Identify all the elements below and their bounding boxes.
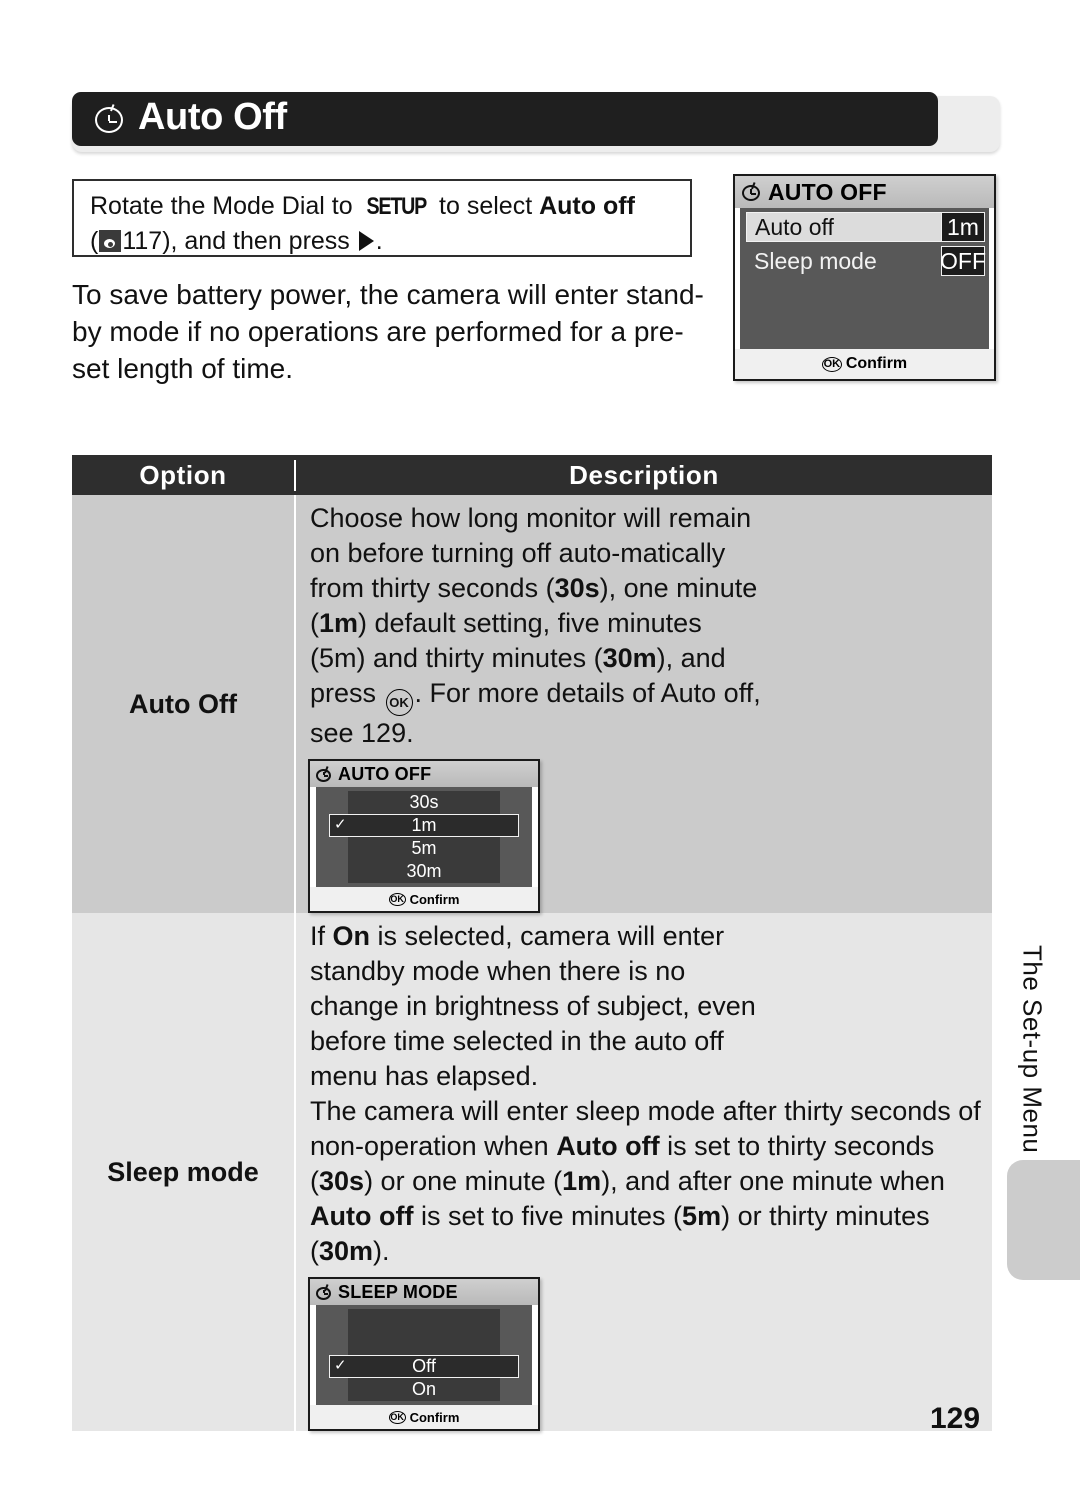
lcd-screenshot-auto-off-options: AUTO OFF 30s ✓ 1m 5m 30m OK Confirm	[308, 759, 540, 913]
instruction-bold-target: Auto off	[539, 192, 635, 220]
instruction-ref-page: 117	[122, 227, 163, 255]
lcd-option-list: 30s ✓ 1m 5m 30m	[316, 787, 532, 887]
table-header-row: Option Description	[72, 455, 992, 495]
lcd-option-item[interactable]: 30m	[348, 860, 500, 883]
clock-icon	[315, 765, 332, 783]
clock-icon	[94, 104, 124, 134]
table-cell-option-label: Sleep mode	[72, 913, 296, 1431]
lcd-option-list: ✓ Off On	[316, 1305, 532, 1405]
table-row: Sleep mode If On is selected, camera wil…	[72, 913, 992, 1431]
lcd-footer: OK Confirm	[310, 1405, 538, 1429]
description-text-upper: If On is selected, camera will enter sta…	[310, 921, 756, 1091]
lcd-screenshot-sleep-mode-options: SLEEP MODE ✓ Off On OK Confirm	[308, 1277, 540, 1431]
clock-icon	[741, 182, 761, 202]
lcd-footer: OK Confirm	[735, 349, 994, 379]
lcd-menu-row-auto-off: Auto off	[746, 212, 955, 242]
setup-dial-glyph: SETUP	[366, 193, 427, 220]
instruction-text: Rotate the Mode Dial to SETUP to select …	[90, 189, 676, 258]
lcd-value-auto-off: 1m	[941, 212, 985, 242]
side-tab-text: The Set-up Menu	[1017, 945, 1048, 1154]
instruction-part-3: (	[90, 227, 99, 255]
intro-paragraph: To save battery power, the camera will e…	[72, 279, 704, 384]
lcd-menu-label: Sleep mode	[754, 247, 877, 274]
instruction-callout-box: Rotate the Mode Dial to SETUP to select …	[72, 179, 692, 257]
lcd-menu-label: Auto off	[746, 212, 942, 242]
check-icon: ✓	[334, 1357, 347, 1374]
lcd-header: AUTO OFF	[310, 761, 538, 787]
lcd-body: 30s ✓ 1m 5m 30m	[316, 787, 532, 887]
options-table: Option Description Auto Off Choose how l…	[72, 455, 992, 1431]
table-cell-description: If On is selected, camera will enter sta…	[296, 913, 992, 1431]
table-header-option: Option	[72, 459, 296, 491]
clock-icon	[315, 1283, 332, 1301]
instruction-part-1: Rotate the Mode Dial to	[90, 192, 360, 220]
page-number: 129	[930, 1402, 981, 1435]
triangle-right-icon	[358, 231, 374, 251]
instruction-part-4: ), and then press	[162, 227, 357, 255]
ok-button-icon: OK	[385, 689, 413, 716]
book-reference-icon	[99, 230, 122, 252]
side-tab-marker	[1007, 1160, 1080, 1280]
description-text: Choose how long monitor will remain on b…	[310, 503, 761, 748]
table-cell-option-label: Auto Off	[72, 495, 296, 913]
lcd-screenshot-auto-off-menu: AUTO OFF Auto off 1m Sleep mode OFF OK C…	[733, 174, 996, 381]
side-tab-label: The Set-up Menu	[1012, 945, 1052, 1195]
table-row: Auto Off Choose how long monitor will re…	[72, 495, 992, 913]
lcd-body: Auto off 1m Sleep mode OFF	[740, 208, 989, 349]
page-header: Auto Off	[72, 92, 1000, 152]
lcd-menu-row-sleep-mode: Sleep mode	[746, 246, 942, 276]
lcd-header: SLEEP MODE	[310, 1279, 538, 1305]
check-icon: ✓	[334, 816, 347, 833]
table-cell-description: Choose how long monitor will remain on b…	[296, 495, 992, 913]
instruction-part-2: to select	[432, 192, 540, 220]
instruction-part-5: .	[375, 227, 383, 255]
table-header-description: Description	[569, 459, 719, 490]
page-title: Auto Off	[138, 96, 287, 138]
lcd-value-sleep-mode: OFF	[940, 246, 986, 276]
lcd-option-label: On	[411, 1379, 436, 1399]
lcd-title: AUTO OFF	[768, 178, 887, 205]
ok-button-icon: OK	[821, 356, 842, 372]
header-black-bar: Auto Off	[72, 92, 938, 146]
lcd-option-item[interactable]: On	[348, 1378, 500, 1401]
lcd-option-spacer	[348, 1309, 500, 1332]
description-text-lower: The camera will enter sleep mode after t…	[310, 1096, 981, 1266]
ok-button-icon: OK	[388, 892, 406, 906]
lcd-body: ✓ Off On	[316, 1305, 532, 1405]
ok-button-icon: OK	[388, 1410, 406, 1424]
lcd-header: AUTO OFF	[735, 176, 994, 208]
lcd-footer: OK Confirm	[310, 887, 538, 911]
lcd-option-label: 30m	[406, 861, 442, 881]
lcd-footer-label: Confirm	[845, 355, 908, 372]
